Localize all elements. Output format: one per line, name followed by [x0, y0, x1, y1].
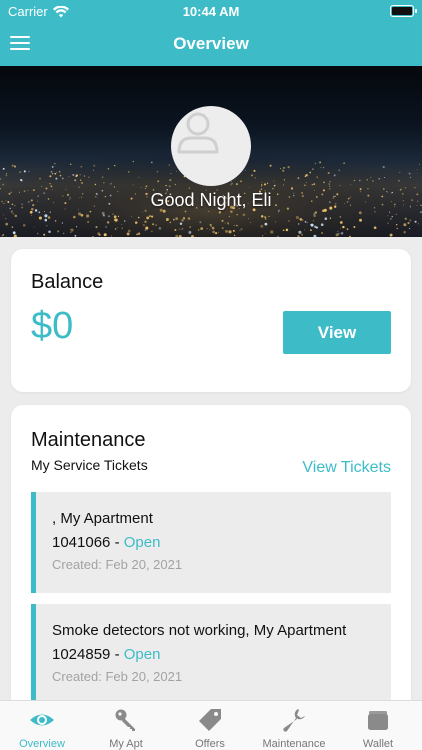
tab-bar: Overview My Apt Offers Maintenance Walle… [0, 700, 422, 750]
ticket-separator: - [110, 646, 124, 663]
ticket-number: 1024859 [52, 646, 111, 663]
tab-my-apt[interactable]: My Apt [84, 701, 168, 750]
tab-label: My Apt [109, 738, 143, 750]
maintenance-card: Maintenance My Service Tickets View Tick… [11, 405, 411, 715]
tab-overview[interactable]: Overview [0, 701, 84, 750]
view-tickets-link[interactable]: View Tickets [302, 459, 391, 477]
tag-icon [199, 709, 221, 731]
ticket-id-line: 1041066 - Open [52, 534, 160, 551]
battery-icon [390, 5, 417, 17]
ticket-card[interactable]: Smoke detectors not working, My Apartmen… [31, 604, 391, 715]
tab-maintenance[interactable]: Maintenance [252, 701, 336, 750]
ticket-card[interactable]: , My Apartment 1041066 - Open Created: F… [31, 492, 391, 593]
page-title: Overview [173, 34, 249, 53]
key-icon [115, 709, 135, 731]
maintenance-subtitle: My Service Tickets [31, 457, 148, 473]
ticket-created: Created: Feb 20, 2021 [52, 557, 183, 572]
eye-icon [30, 714, 54, 726]
wallet-icon [368, 711, 388, 730]
balance-card: Balance $0 View [11, 249, 411, 392]
view-balance-button[interactable]: View [283, 311, 391, 354]
balance-amount: $0 [31, 305, 74, 347]
user-icon [177, 112, 219, 154]
status-time: 10:44 AM [182, 4, 240, 19]
hero-banner: Good Night, Eli [0, 66, 422, 237]
tab-wallet[interactable]: Wallet [336, 701, 420, 750]
ticket-number: 1041066 [52, 534, 111, 551]
title-bar: Overview [0, 22, 422, 66]
avatar[interactable] [171, 106, 251, 186]
tab-label: Wallet [362, 738, 394, 750]
ticket-created: Created: Feb 20, 2021 [52, 669, 183, 684]
app-header: Carrier 10:44 AM Overview [0, 0, 422, 66]
tab-offers[interactable]: Offers [168, 701, 252, 750]
ticket-id-line: 1024859 - Open [52, 646, 160, 663]
ticket-status: Open [123, 534, 161, 551]
tab-label: Overview [19, 738, 65, 750]
ticket-separator: - [110, 534, 124, 551]
tab-label: Maintenance [262, 738, 326, 750]
maintenance-title: Maintenance [31, 429, 146, 451]
balance-title: Balance [31, 271, 104, 293]
wrench-icon [283, 709, 305, 732]
ticket-title: Smoke detectors not working, My Apartmen… [52, 622, 347, 639]
ticket-status: Open [123, 646, 161, 663]
tab-label: Offers [195, 738, 225, 750]
status-bar: Carrier 10:44 AM [0, 0, 422, 22]
ticket-title: , My Apartment [52, 510, 153, 527]
greeting-text: Good Night, Eli [150, 190, 272, 210]
